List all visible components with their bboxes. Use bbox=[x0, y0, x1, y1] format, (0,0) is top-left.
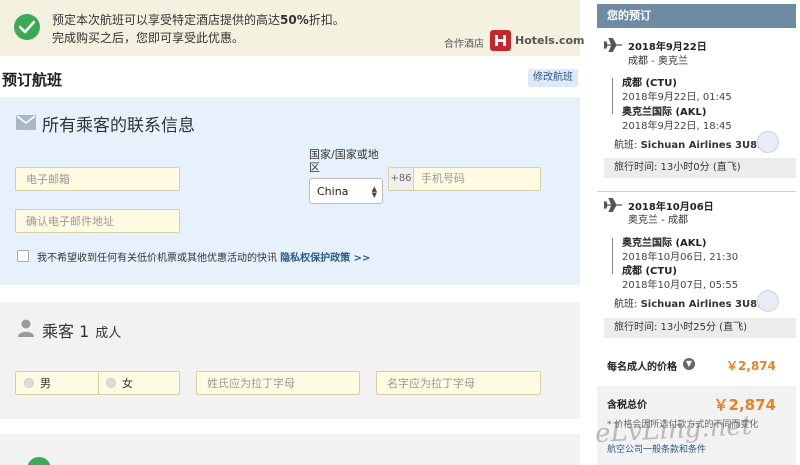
country-select[interactable]: China ▲ ▼ bbox=[309, 178, 383, 204]
optout-checkbox[interactable] bbox=[17, 250, 29, 262]
phone-country-code: +86 bbox=[389, 168, 414, 190]
timeline-line bbox=[612, 238, 618, 274]
promo-line-1: 预定本次航班可以享受特定酒店提供的高达50%折扣。 bbox=[52, 13, 345, 27]
given-name-field[interactable]: 名字应为拉丁字母 bbox=[376, 371, 541, 395]
itinerary-header: 您的预订 bbox=[597, 4, 796, 28]
mail-icon bbox=[16, 115, 36, 130]
airline-logo-icon bbox=[757, 290, 779, 312]
user-icon bbox=[18, 319, 34, 337]
gender-selector: 男 女 bbox=[15, 371, 180, 395]
phone-field[interactable]: +86 手机号码 bbox=[388, 167, 541, 191]
plane-icon bbox=[604, 198, 622, 212]
female-radio[interactable] bbox=[106, 378, 116, 388]
hotel-promo-banner: 预定本次航班可以享受特定酒店提供的高达50%折扣。 完成购买之后，您即可享受此优… bbox=[0, 0, 585, 56]
outbound-flight: 航班: Sichuan Airlines 3U8909 bbox=[614, 140, 778, 151]
return-route: 奥克兰 - 成都 bbox=[628, 215, 688, 226]
outbound-departure-time: 2018年9月22日, 01:45 bbox=[622, 92, 732, 103]
return-segment: 2018年10月06日 奥克兰 - 成都 奥克兰国际 (AKL) 2018年10… bbox=[597, 194, 796, 344]
promo-discount: 50% bbox=[280, 13, 309, 27]
return-arrival-time: 2018年10月07日, 05:55 bbox=[622, 280, 739, 291]
passenger-section: 乘客 1 成人 男 女 姓氏应为拉丁字母 名字应为拉丁字母 bbox=[0, 302, 580, 419]
optout-label: 我不希望收到任何有关低价机票或其他优惠活动的快讯 隐私权保护政策 >> bbox=[37, 253, 371, 264]
select-arrows-icon: ▲ ▼ bbox=[371, 185, 377, 199]
partner-hotel-label: 合作酒店 bbox=[444, 39, 484, 50]
airline-logo-icon bbox=[757, 131, 779, 153]
partner-hotel-name: Hotels.com bbox=[515, 34, 585, 47]
outbound-departure-airport: 成都 (CTU) bbox=[622, 78, 677, 89]
male-radio[interactable] bbox=[24, 378, 34, 388]
return-arrival-airport: 成都 (CTU) bbox=[622, 266, 677, 277]
outbound-route: 成都 - 奥克兰 bbox=[628, 56, 688, 67]
contact-section: 所有乘客的联系信息 电子邮箱 确认电子邮件地址 国家/国家或地区 China ▲… bbox=[0, 97, 580, 285]
booking-main: 预定本次航班可以享受特定酒店提供的高达50%折扣。 完成购买之后，您即可享受此优… bbox=[0, 0, 590, 465]
page-title: 预订航班 bbox=[2, 71, 63, 89]
itinerary-panel: 您的预订 2018年9月22日 成都 - 奥克兰 成都 (CTU) 2018年9… bbox=[597, 0, 800, 465]
chevron-down-icon[interactable]: ▼ bbox=[683, 358, 695, 370]
return-duration: 旅行时间: 13小时25分 (直飞) bbox=[604, 318, 796, 338]
contact-heading: 所有乘客的联系信息 bbox=[42, 116, 195, 136]
adult-price-row[interactable]: 每名成人的价格 ▼ ￥2,874 bbox=[597, 353, 796, 376]
change-flight-button[interactable]: 修改航班 bbox=[528, 69, 578, 87]
outbound-segment: 2018年9月22日 成都 - 奥克兰 成都 (CTU) 2018年9月22日,… bbox=[597, 34, 796, 184]
phone-placeholder: 手机号码 bbox=[421, 172, 465, 185]
return-departure-airport: 奥克兰国际 (AKL) bbox=[622, 238, 707, 249]
gender-female-option[interactable]: 女 bbox=[106, 372, 133, 394]
adult-price-value: ￥2,874 bbox=[726, 359, 776, 373]
check-icon bbox=[14, 14, 40, 40]
confirm-email-field[interactable]: 确认电子邮件地址 bbox=[15, 209, 180, 233]
outbound-duration: 旅行时间: 13小时0分 (直飞) bbox=[604, 158, 796, 178]
return-departure-time: 2018年10月06日, 21:30 bbox=[622, 252, 739, 263]
outbound-arrival-time: 2018年9月22日, 18:45 bbox=[622, 121, 732, 132]
passenger-type: 成人 bbox=[95, 326, 122, 341]
country-label: 国家/国家或地区 bbox=[309, 148, 379, 174]
total-price-label: 含税总价 bbox=[607, 400, 647, 411]
return-flight: 航班: Sichuan Airlines 3U8910 bbox=[614, 299, 778, 310]
email-field[interactable]: 电子邮箱 bbox=[15, 167, 180, 191]
surname-field[interactable]: 姓氏应为拉丁字母 bbox=[196, 371, 360, 395]
gender-divider bbox=[98, 372, 99, 394]
adult-price-label: 每名成人的价格 bbox=[607, 362, 677, 373]
privacy-policy-link[interactable]: 隐私权保护政策 >> bbox=[280, 253, 370, 264]
section-badge-icon bbox=[27, 457, 51, 465]
gender-male-option[interactable]: 男 bbox=[24, 372, 51, 394]
hotels-logo-icon bbox=[490, 30, 511, 51]
segment-divider bbox=[597, 191, 796, 192]
passenger-title: 乘客 1 成人 bbox=[42, 322, 122, 341]
timeline-line bbox=[612, 78, 618, 114]
next-section bbox=[0, 434, 580, 465]
outbound-arrival-airport: 奥克兰国际 (AKL) bbox=[622, 107, 707, 118]
outbound-date: 2018年9月22日 bbox=[628, 42, 707, 53]
country-value: China bbox=[317, 184, 349, 198]
promo-line-2: 完成购买之后，您即可享受此优惠。 bbox=[52, 31, 245, 45]
plane-icon bbox=[604, 38, 622, 52]
